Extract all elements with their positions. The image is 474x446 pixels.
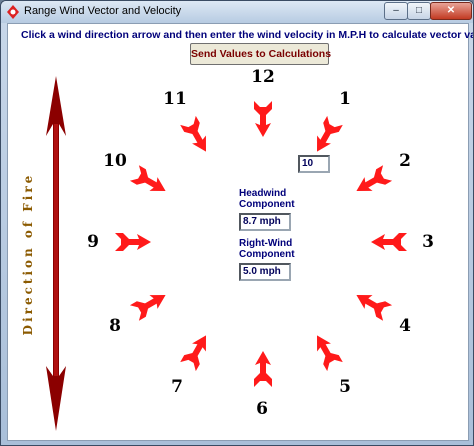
wind-arrow-1[interactable] — [304, 114, 348, 158]
clock-number-11: 11 — [163, 89, 187, 109]
rightwind-label-line2: Component — [239, 249, 295, 260]
wind-arrow-8[interactable] — [128, 282, 172, 326]
maximize-button[interactable]: □ — [407, 2, 431, 20]
wind-arrow-5[interactable] — [304, 329, 348, 373]
clock-number-1: 1 — [339, 89, 351, 109]
send-values-button[interactable]: Send Values to Calculations — [190, 43, 331, 65]
rightwind-label: Right-Wind Component — [239, 238, 295, 260]
wind-arrow-4[interactable] — [350, 282, 394, 326]
rightwind-value-field: 5.0 mph — [239, 263, 291, 281]
minimize-button[interactable]: – — [384, 2, 408, 20]
clock-number-4: 4 — [399, 316, 411, 336]
rightwind-label-line1: Right-Wind — [239, 238, 293, 249]
wind-arrow-9[interactable] — [111, 220, 155, 264]
wind-arrow-6[interactable] — [241, 347, 285, 391]
headwind-label-line1: Headwind — [239, 188, 287, 199]
clock-number-3: 3 — [422, 232, 434, 252]
clock-number-8: 8 — [109, 316, 121, 336]
clock-number-9: 9 — [87, 232, 99, 252]
clock-number-2: 2 — [399, 151, 411, 171]
headwind-label-line2: Component — [239, 199, 295, 210]
wind-arrow-10[interactable] — [128, 160, 172, 204]
wind-arrow-2[interactable] — [350, 160, 394, 204]
wind-arrow-3[interactable] — [367, 220, 411, 264]
clock-number-10: 10 — [103, 151, 127, 171]
close-button[interactable]: ✕ — [430, 2, 472, 20]
wind-arrow-11[interactable] — [175, 114, 219, 158]
wind-velocity-input[interactable]: 10 — [298, 155, 330, 173]
clock-number-6: 6 — [256, 399, 268, 419]
wind-arrow-12[interactable] — [241, 97, 285, 141]
wind-arrow-7[interactable] — [175, 329, 219, 373]
fire-direction-arrow-icon — [44, 76, 68, 431]
headwind-label: Headwind Component — [239, 188, 295, 210]
window: Range Wind Vector and Velocity – □ ✕ Cli… — [0, 0, 474, 446]
client-area: Click a wind direction arrow and then en… — [7, 23, 473, 441]
title-bar[interactable]: Range Wind Vector and Velocity – □ ✕ — [1, 1, 473, 23]
app-icon — [6, 5, 20, 19]
window-title: Range Wind Vector and Velocity — [24, 5, 182, 17]
clock-number-7: 7 — [171, 377, 183, 397]
clock-number-12: 12 — [251, 67, 275, 87]
clock-number-5: 5 — [339, 377, 351, 397]
instructions-text: Click a wind direction arrow and then en… — [21, 29, 474, 41]
direction-of-fire-label: Direction of Fire — [21, 172, 35, 336]
headwind-value-field: 8.7 mph — [239, 213, 291, 231]
